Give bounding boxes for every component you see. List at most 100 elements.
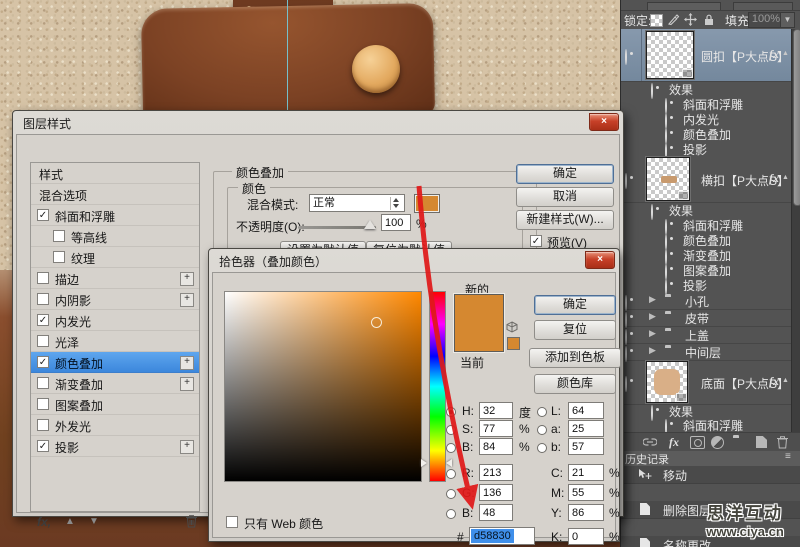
checkbox-unchecked[interactable]	[37, 398, 49, 410]
style-item-inner-glow[interactable]: ✓ 内发光	[31, 310, 199, 331]
blend-mode-dropdown[interactable]: 正常	[309, 194, 405, 212]
style-item-satin[interactable]: 光泽	[31, 331, 199, 352]
effect-item[interactable]: 颜色叠加	[621, 126, 791, 144]
layer-row-round-buckle[interactable]: 圆扣【P大点S】 fx ▲	[621, 29, 791, 82]
green-field[interactable]: 136	[479, 484, 513, 501]
web-safe-cube-icon[interactable]	[506, 321, 518, 333]
blue-radio[interactable]	[446, 509, 456, 519]
preview-checkbox[interactable]: ✓	[530, 235, 542, 247]
hue-slider-left-arrow-icon[interactable]	[421, 459, 427, 467]
blue-field[interactable]: 48	[479, 504, 513, 521]
effect-item[interactable]: 斜面和浮雕	[621, 96, 791, 114]
expand-triangle-icon[interactable]: ▶	[649, 311, 656, 322]
add-layer-style-icon[interactable]: fx	[669, 435, 679, 450]
layer-fx-icon[interactable]: fx	[769, 47, 779, 62]
collapse-effects-icon[interactable]: ▲	[782, 174, 789, 181]
add-instance-icon[interactable]: +	[180, 272, 194, 286]
saturation-radio[interactable]	[446, 425, 456, 435]
checkbox-unchecked[interactable]	[37, 419, 49, 431]
style-item-contour[interactable]: 等高线	[31, 226, 199, 247]
add-instance-icon[interactable]: +	[180, 356, 194, 370]
lab-a-radio[interactable]	[537, 425, 547, 435]
effect-item[interactable]: 投影	[621, 277, 791, 295]
link-layers-icon[interactable]	[643, 437, 657, 447]
lock-all-icon[interactable]	[703, 13, 715, 26]
effect-item[interactable]: 图案叠加	[621, 262, 791, 280]
effects-row[interactable]: 效果	[621, 81, 791, 99]
panel-menu-icon[interactable]: ≡	[785, 451, 791, 462]
collapse-effects-icon[interactable]: ▲	[782, 50, 789, 57]
checkbox-checked[interactable]: ✓	[37, 314, 49, 326]
lab-l-field[interactable]: 64	[568, 402, 604, 419]
lab-b-radio[interactable]	[537, 443, 547, 453]
close-icon[interactable]: ×	[585, 251, 615, 269]
effect-item[interactable]: 斜面和浮雕	[621, 217, 791, 235]
visibility-eye-icon[interactable]	[625, 173, 627, 189]
checkbox-unchecked[interactable]	[37, 272, 49, 284]
expand-triangle-icon[interactable]: ▶	[649, 328, 656, 339]
picker-reset-button[interactable]: 复位	[534, 320, 616, 340]
lock-transparency-icon[interactable]	[650, 14, 663, 27]
opacity-slider-thumb[interactable]	[364, 220, 376, 229]
fill-dropdown-icon[interactable]: ▼	[780, 12, 795, 28]
checkbox-unchecked[interactable]	[37, 293, 49, 305]
visibility-eye-icon[interactable]	[625, 49, 627, 65]
web-colors-only-checkbox[interactable]	[226, 516, 238, 528]
layer-row-bottom-face[interactable]: 底面【P大点S】 fx ▲	[621, 360, 791, 405]
style-item-styles[interactable]: 样式	[31, 163, 199, 184]
magenta-field[interactable]: 55	[568, 484, 604, 501]
lock-paint-brush-icon[interactable]	[667, 13, 680, 26]
style-item-blending-options[interactable]: 混合选项	[31, 184, 199, 205]
group-name[interactable]: 小孔	[685, 293, 709, 310]
brightness-field[interactable]: 84	[479, 438, 513, 455]
color-libraries-button[interactable]: 颜色库	[534, 374, 616, 394]
adjustment-layer-icon[interactable]	[708, 433, 727, 452]
green-radio[interactable]	[446, 489, 456, 499]
expand-triangle-icon[interactable]: ▶	[649, 345, 656, 356]
expand-triangle-icon[interactable]: ▶	[649, 294, 656, 305]
checkbox-unchecked[interactable]	[53, 251, 65, 263]
color-field-marker[interactable]	[371, 317, 382, 328]
overlay-color-swatch[interactable]	[414, 194, 440, 213]
add-instance-icon[interactable]: +	[180, 377, 194, 391]
saturation-brightness-field[interactable]	[224, 291, 422, 482]
hue-slider-right-arrow-icon[interactable]	[446, 459, 452, 467]
style-item-bevel-emboss[interactable]: ✓ 斜面和浮雕	[31, 205, 199, 226]
yellow-field[interactable]: 86	[568, 504, 604, 521]
style-item-texture[interactable]: 纹理	[31, 247, 199, 268]
hex-field[interactable]: d58830	[469, 527, 535, 545]
lab-b-field[interactable]: 57	[568, 438, 604, 455]
checkbox-checked[interactable]: ✓	[37, 209, 49, 221]
layer-thumbnail[interactable]	[645, 156, 691, 202]
group-name[interactable]: 皮带	[685, 310, 709, 327]
style-item-drop-shadow[interactable]: ✓ 投影 +	[31, 436, 199, 457]
layers-scrollbar[interactable]	[791, 29, 800, 432]
hue-radio[interactable]	[446, 407, 456, 417]
effect-item[interactable]: 颜色叠加	[621, 232, 791, 250]
style-item-stroke[interactable]: 描边 +	[31, 268, 199, 289]
effect-item[interactable]: 斜面和浮雕	[621, 418, 791, 435]
style-item-inner-shadow[interactable]: 内阴影 +	[31, 289, 199, 310]
group-row-belt[interactable]: ▶ 皮带	[621, 309, 791, 328]
hue-field[interactable]: 32	[479, 402, 513, 419]
move-style-up-icon[interactable]: ▲	[65, 516, 75, 527]
collapse-effects-icon[interactable]: ▲	[782, 377, 789, 384]
red-radio[interactable]	[446, 469, 456, 479]
add-to-swatches-button[interactable]: 添加到色板	[529, 348, 621, 368]
fx-menu-icon[interactable]: fx,	[37, 515, 51, 529]
checkbox-checked[interactable]: ✓	[37, 440, 49, 452]
effects-row[interactable]: 效果	[621, 202, 791, 220]
dropdown-spinner-icon[interactable]	[390, 197, 402, 210]
effects-row[interactable]: 效果	[621, 404, 791, 421]
group-row-top-cover[interactable]: ▶ 上盖	[621, 326, 791, 345]
layer-row-horizontal-buckle[interactable]: 横扣【P大点S】 fx ▲	[621, 156, 791, 203]
lab-a-field[interactable]: 25	[568, 420, 604, 437]
cancel-button[interactable]: 取消	[516, 187, 614, 207]
style-item-outer-glow[interactable]: 外发光	[31, 415, 199, 436]
new-layer-icon[interactable]	[756, 436, 767, 448]
hue-slider[interactable]	[429, 291, 446, 482]
style-item-pattern-overlay[interactable]: 图案叠加	[31, 394, 199, 415]
brightness-radio[interactable]	[446, 443, 456, 453]
picker-ok-button[interactable]: 确定	[534, 295, 616, 315]
group-row-small-holes[interactable]: ▶ 小孔	[621, 292, 791, 311]
